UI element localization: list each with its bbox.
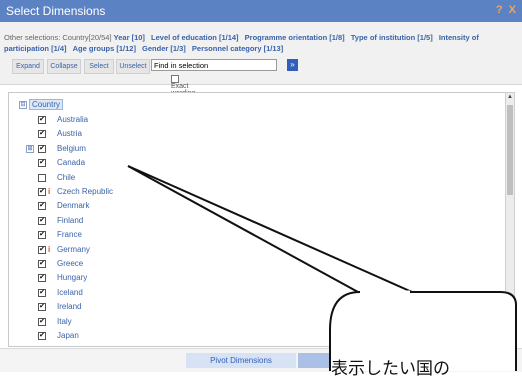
tree-item-checkbox[interactable]: ✔	[38, 130, 46, 139]
tree-item-checkbox[interactable]	[38, 173, 46, 182]
tree-item-label[interactable]: Belgium	[57, 142, 86, 155]
other-selection-link[interactable]: Type of institution [1/5]	[351, 33, 433, 42]
other-selection-link[interactable]: Programme orientation [1/8]	[245, 33, 345, 42]
help-icon[interactable]: ?	[496, 4, 503, 16]
tree-item-label[interactable]: Ireland	[57, 300, 81, 313]
tree-item-label[interactable]: Greece	[57, 257, 83, 270]
tree-item-label[interactable]: Austria	[57, 127, 82, 140]
tree-item-checkbox[interactable]: ✔	[38, 288, 46, 297]
tree-item-checkbox[interactable]: ✔	[38, 202, 46, 211]
unselect-button[interactable]: Unselect	[116, 59, 150, 74]
expand-node-icon[interactable]: ⊞	[26, 144, 34, 153]
find-go-button[interactable]: »	[287, 59, 298, 71]
other-selection-link[interactable]: Level of education [1/14]	[151, 33, 239, 42]
tree-item-label[interactable]: Germany	[57, 243, 90, 256]
dialog-titlebar: Select Dimensions ? X	[0, 0, 522, 22]
tree-item-checkbox[interactable]: ✔	[38, 144, 46, 153]
country-tree: ⊟ Country ✔ Australia ✔ Austria ⊞ ✔ Belgium ✔ Can…	[8, 92, 507, 347]
other-selection-link[interactable]: Age groups [1/12]	[73, 44, 136, 53]
tree-item-checkbox[interactable]: ✔	[38, 274, 46, 283]
tree-item[interactable]: ✔ Denmark	[9, 199, 309, 212]
tree-item-label[interactable]: France	[57, 228, 82, 241]
dialog-title: Select Dimensions	[6, 4, 106, 18]
tree-item-checkbox[interactable]: ✔	[38, 346, 46, 347]
tree-item-label[interactable]: Hungary	[57, 271, 87, 284]
tree-item[interactable]: ✔ Finland	[9, 214, 309, 227]
tree-item-checkbox[interactable]: ✔	[38, 303, 46, 312]
tree-item-label[interactable]: Australia	[57, 113, 88, 126]
tree-item[interactable]: ✔ i Czech Republic	[9, 185, 309, 198]
tree-item[interactable]: ✔ i Germany	[9, 243, 309, 256]
tree-item[interactable]: ✔ Australia	[9, 113, 309, 126]
tree-item[interactable]: ✔ Austria	[9, 127, 309, 140]
tree-scrollbar[interactable]: ▲ ▼	[505, 92, 515, 345]
selection-toolbar-panel: Other selections: Country[20/54] Year [1…	[0, 22, 522, 85]
tree-item-label[interactable]: Finland	[57, 214, 83, 227]
pivot-dimensions-button[interactable]: Pivot Dimensions	[186, 353, 296, 368]
scroll-down-icon[interactable]: ▼	[507, 335, 513, 343]
tree-item-checkbox[interactable]: ✔	[38, 116, 46, 124]
scroll-up-icon[interactable]: ▲	[507, 94, 513, 102]
tree-item-label[interactable]: Denmark	[57, 199, 89, 212]
tree-item-checkbox[interactable]: ✔	[38, 332, 46, 340]
callout-text: 表示したい国の	[331, 359, 450, 379]
tree-item-label[interactable]: Japan	[57, 329, 79, 342]
tree-item[interactable]: ✔ Japan	[9, 329, 309, 342]
tree-item-label[interactable]: Czech Republic	[57, 185, 113, 198]
tree-item[interactable]: ✔ Greece	[9, 257, 309, 270]
other-selection-link[interactable]: Year [10]	[114, 33, 145, 42]
tree-item-checkbox[interactable]: ✔	[38, 216, 46, 225]
tree-item-label[interactable]: Iceland	[57, 286, 83, 299]
expand-button[interactable]: Expand	[12, 59, 44, 74]
tree-root-country[interactable]: ⊟ Country	[19, 99, 64, 110]
tree-item-label[interactable]: Korea	[57, 343, 78, 346]
tree-item[interactable]: ⊞ ✔ Belgium	[9, 142, 309, 155]
tree-item[interactable]: ✔ Italy	[9, 315, 309, 328]
info-icon[interactable]: i	[48, 243, 50, 256]
tree-item[interactable]: Chile	[9, 171, 309, 184]
tree-item-checkbox[interactable]: ✔	[38, 231, 46, 240]
tree-item-checkbox[interactable]: ✔	[38, 188, 46, 196]
find-in-selection-input[interactable]	[151, 59, 277, 71]
other-selections: Other selections: Country[20/54] Year [1…	[4, 32, 518, 54]
tree-item-label[interactable]: Chile	[57, 171, 75, 184]
exact-wording-checkbox[interactable]	[171, 75, 179, 83]
tree-item-checkbox[interactable]: ✔	[38, 245, 46, 254]
other-selection-link[interactable]: Gender [1/3]	[142, 44, 186, 53]
collapse-node-icon[interactable]: ⊟	[19, 100, 27, 109]
info-icon[interactable]: i	[48, 185, 50, 198]
collapse-button[interactable]: Collapse	[47, 59, 81, 74]
tree-item[interactable]: ✔ Hungary	[9, 271, 309, 284]
tree-item[interactable]: ✔ Canada	[9, 156, 309, 169]
tree-item-checkbox[interactable]: ✔	[38, 260, 46, 268]
tree-item[interactable]: ✔ Korea	[9, 343, 309, 347]
tree-item[interactable]: ✔ Iceland	[9, 286, 309, 299]
other-selections-prefix: Other selections: Country[20/54]	[4, 33, 112, 42]
scroll-thumb[interactable]	[507, 105, 513, 195]
tree-item[interactable]: ✔ France	[9, 228, 309, 241]
tree-item-checkbox[interactable]: ✔	[38, 159, 46, 168]
close-icon[interactable]: X	[509, 4, 516, 16]
select-button[interactable]: Select	[84, 59, 114, 74]
tree-item-label[interactable]: Canada	[57, 156, 85, 169]
tree-item[interactable]: ✔ Ireland	[9, 300, 309, 313]
other-selection-link[interactable]: Personnel category [1/13]	[192, 44, 283, 53]
root-label[interactable]: Country	[29, 99, 64, 110]
tree-item-label[interactable]: Italy	[57, 315, 72, 328]
tree-item-checkbox[interactable]: ✔	[38, 317, 46, 326]
